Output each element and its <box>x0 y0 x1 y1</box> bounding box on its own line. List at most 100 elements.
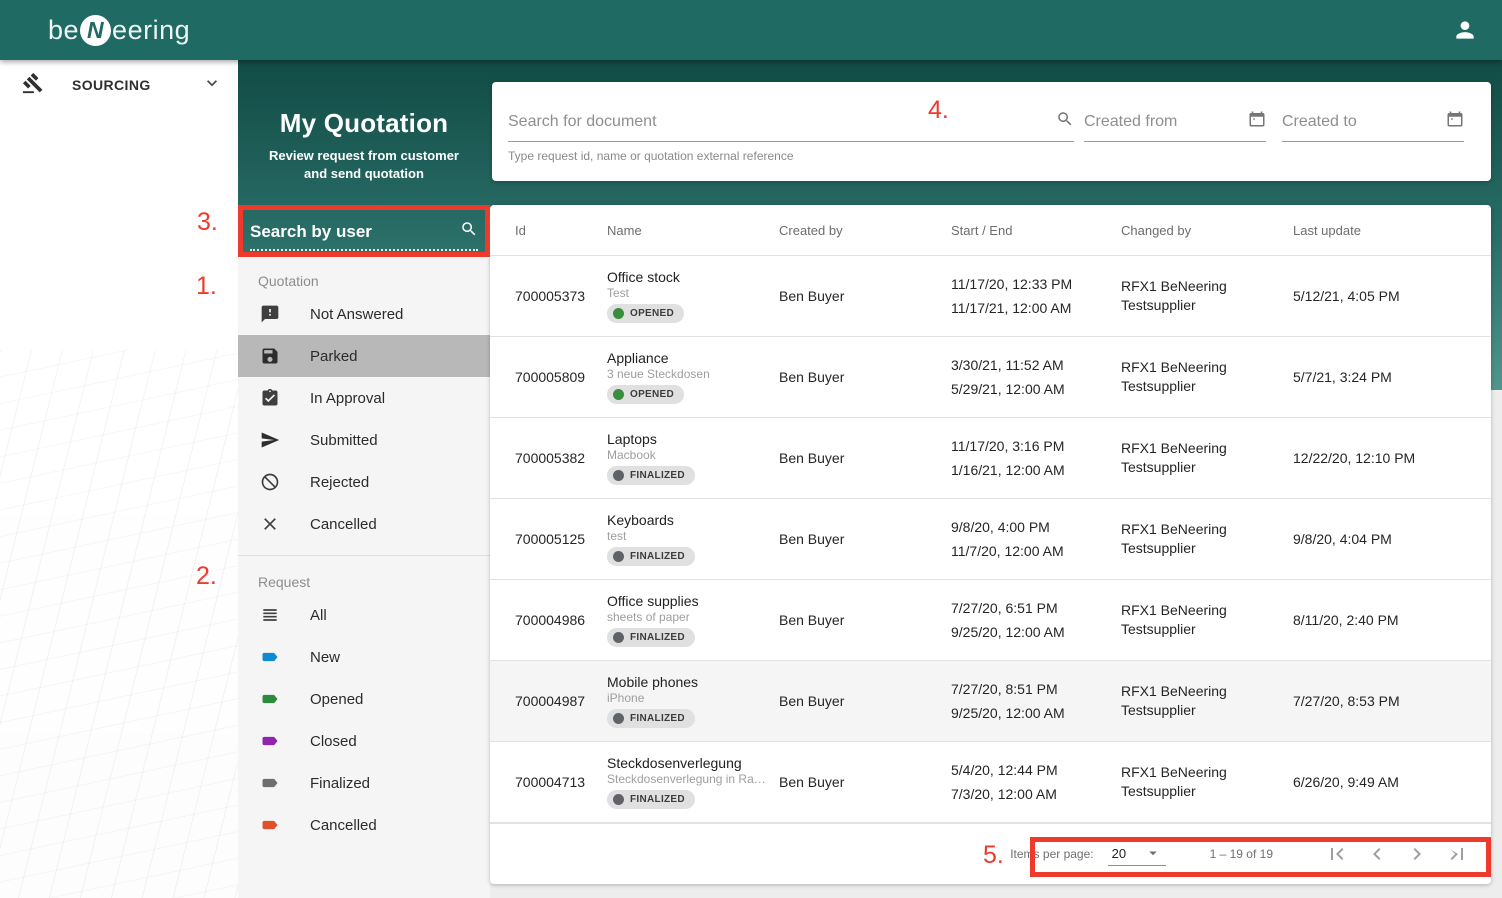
document-search-field[interactable]: Search for document Type request id, nam… <box>508 110 1074 163</box>
row-name: Keyboards <box>607 512 779 528</box>
row-name-cell: Laptops Macbook FINALIZED <box>607 431 779 486</box>
row-last-update: 6/26/20, 9:49 AM <box>1293 774 1491 790</box>
table-header-row: Id Name Created by Start / End Changed b… <box>490 205 1491 256</box>
row-name: Appliance <box>607 350 779 366</box>
menu-item-label: Cancelled <box>310 516 377 533</box>
created-to-placeholder: Created to <box>1282 113 1446 131</box>
row-id: 700004987 <box>515 693 607 709</box>
table-row[interactable]: 700005373 Office stock Test OPENED Ben B… <box>490 256 1491 337</box>
column-header-changed-by[interactable]: Changed by <box>1121 223 1293 238</box>
row-id: 700005809 <box>515 369 607 385</box>
quotation-table-card: Id Name Created by Start / End Changed b… <box>490 205 1491 884</box>
person-icon[interactable] <box>1452 17 1478 43</box>
row-changed-by: RFX1 BeNeering Testsupplier <box>1121 439 1271 477</box>
row-created-by: Ben Buyer <box>779 288 951 304</box>
annotation-label-5: 5. <box>983 841 1004 870</box>
row-id: 700005373 <box>515 288 607 304</box>
row-name: Mobile phones <box>607 674 779 690</box>
label-icon <box>260 689 280 709</box>
assignment-turned-in-icon <box>260 388 280 408</box>
sidebar-item-cancelled-quotation[interactable]: Cancelled <box>238 503 490 545</box>
status-badge: FINALIZED <box>607 628 695 647</box>
sidebar-item-parked[interactable]: Parked <box>238 335 490 377</box>
sidebar-item-opened[interactable]: Opened <box>238 678 490 720</box>
document-filter-card: Search for document Type request id, nam… <box>492 82 1491 181</box>
table-row[interactable]: 700004986 Office supplies sheets of pape… <box>490 580 1491 661</box>
row-last-update: 7/27/20, 8:53 PM <box>1293 693 1491 709</box>
row-created-by: Ben Buyer <box>779 774 951 790</box>
document-search-placeholder: Search for document <box>508 113 1056 131</box>
menu-item-label: Cancelled <box>310 817 377 834</box>
row-changed-by: RFX1 BeNeering Testsupplier <box>1121 520 1271 558</box>
row-start-end: 11/17/20, 12:33 PM11/17/21, 12:00 AM <box>951 276 1121 316</box>
status-dot <box>613 632 624 643</box>
sidebar-item-not-answered[interactable]: Not Answered <box>238 293 490 335</box>
menu-item-label: Submitted <box>310 432 378 449</box>
row-start-end: 5/4/20, 12:44 PM7/3/20, 12:00 AM <box>951 762 1121 802</box>
label-icon <box>260 647 280 667</box>
sidebar-item-closed[interactable]: Closed <box>238 720 490 762</box>
status-badge: FINALIZED <box>607 466 695 485</box>
created-from-field[interactable]: Created from <box>1084 110 1266 142</box>
annotation-label-3: 3. <box>197 208 218 237</box>
row-created-by: Ben Buyer <box>779 531 951 547</box>
table-row[interactable]: 700004987 Mobile phones iPhone FINALIZED… <box>490 661 1491 742</box>
sidebar-item-in-approval[interactable]: In Approval <box>238 377 490 419</box>
gavel-icon <box>22 72 44 99</box>
sidebar-item-finalized[interactable]: Finalized <box>238 762 490 804</box>
quotation-section-header: Quotation <box>238 255 490 293</box>
column-header-name[interactable]: Name <box>607 223 779 238</box>
column-header-last-update[interactable]: Last update <box>1293 223 1491 238</box>
sidebar-item-all[interactable]: All <box>238 594 490 636</box>
table-row[interactable]: 700004713 Steckdosenverlegung Steckdosen… <box>490 742 1491 823</box>
row-created-by: Ben Buyer <box>779 369 951 385</box>
row-id: 700005382 <box>515 450 607 466</box>
column-header-id[interactable]: Id <box>515 223 607 238</box>
sidebar-item-new[interactable]: New <box>238 636 490 678</box>
menu-item-label: In Approval <box>310 390 385 407</box>
top-app-bar: beNeering <box>0 0 1502 60</box>
row-id: 700004986 <box>515 612 607 628</box>
table-row[interactable]: 700005125 Keyboards test FINALIZED Ben B… <box>490 499 1491 580</box>
logo-text-pre: be <box>48 15 79 46</box>
logo-n-icon: N <box>80 15 111 46</box>
row-name-cell: Office stock Test OPENED <box>607 269 779 324</box>
menu-item-label: Not Answered <box>310 306 403 323</box>
search-icon[interactable] <box>1056 110 1074 133</box>
column-header-created-by[interactable]: Created by <box>779 223 951 238</box>
row-created-by: Ben Buyer <box>779 612 951 628</box>
label-icon <box>260 815 280 835</box>
menu-item-label: Rejected <box>310 474 369 491</box>
page-title: My Quotation <box>238 108 490 139</box>
sourcing-menu[interactable]: SOURCING <box>0 60 238 110</box>
sidebar-item-submitted[interactable]: Submitted <box>238 419 490 461</box>
close-icon <box>260 514 280 534</box>
row-last-update: 8/11/20, 2:40 PM <box>1293 612 1491 628</box>
sidebar-item-rejected[interactable]: Rejected <box>238 461 490 503</box>
table-row[interactable]: 700005382 Laptops Macbook FINALIZED Ben … <box>490 418 1491 499</box>
list-icon <box>260 605 280 625</box>
table-row[interactable]: 700005809 Appliance 3 neue Steckdosen OP… <box>490 337 1491 418</box>
row-id: 700004713 <box>515 774 607 790</box>
save-icon <box>260 346 280 366</box>
beneering-logo: beNeering <box>48 15 190 46</box>
row-last-update: 5/12/21, 4:05 PM <box>1293 288 1491 304</box>
row-last-update: 5/7/21, 3:24 PM <box>1293 369 1491 385</box>
calendar-icon[interactable] <box>1248 110 1266 133</box>
menu-item-label: Parked <box>310 348 358 365</box>
status-badge: FINALIZED <box>607 709 695 728</box>
document-search-helper: Type request id, name or quotation exter… <box>508 149 1074 163</box>
row-id: 700005125 <box>515 531 607 547</box>
status-badge: FINALIZED <box>607 547 695 566</box>
status-dot <box>613 794 624 805</box>
send-icon <box>260 430 280 450</box>
menu-item-label: Finalized <box>310 775 370 792</box>
row-subtitle: 3 neue Steckdosen <box>607 367 772 381</box>
status-dot <box>613 551 624 562</box>
sidebar-item-cancelled-request[interactable]: Cancelled <box>238 804 490 846</box>
column-header-start-end[interactable]: Start / End <box>951 223 1121 238</box>
left-background-column: SOURCING <box>0 60 238 898</box>
row-name-cell: Appliance 3 neue Steckdosen OPENED <box>607 350 779 405</box>
calendar-icon[interactable] <box>1446 110 1464 133</box>
created-to-field[interactable]: Created to <box>1282 110 1464 142</box>
